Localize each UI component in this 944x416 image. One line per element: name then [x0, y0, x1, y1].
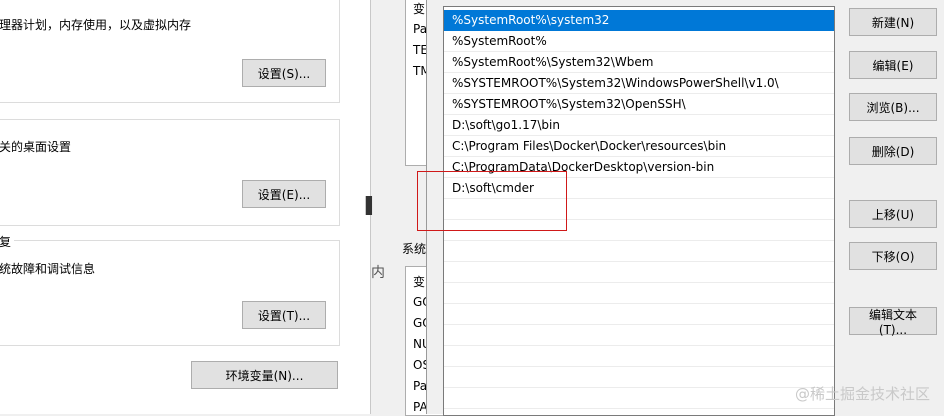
startup-recovery-settings-button[interactable]: 设置(T)...	[242, 301, 326, 329]
edit-button[interactable]: 编辑(E)	[849, 51, 937, 79]
user-profiles-description: 关的桌面设置	[0, 140, 72, 154]
watermark: @稀土掘金技术社区	[794, 385, 930, 403]
path-entry-row[interactable]: D:\soft\cmder	[444, 178, 834, 199]
system-variables-label: 系统	[402, 242, 427, 256]
path-entry-row[interactable]: D:\soft\go1.17\bin	[444, 115, 834, 136]
path-entry-text: C:\Program Files\Docker\Docker\resources…	[452, 139, 727, 153]
partial-text: 内	[371, 265, 385, 281]
system-properties-panel: 理器计划，内存使用，以及虚拟内存 设置(S)... 关的桌面设置 设置(E)..…	[0, 0, 370, 414]
performance-settings-button[interactable]: 设置(S)...	[242, 59, 326, 87]
path-entry-row[interactable]: %SystemRoot%\System32\Wbem	[444, 52, 834, 73]
path-entry-row-empty[interactable]	[444, 283, 834, 304]
path-entries-list[interactable]: %SystemRoot%\system32 %SystemRoot% %Syst…	[443, 6, 835, 416]
path-entry-row[interactable]: %SystemRoot%	[444, 31, 834, 52]
path-entry-row-empty[interactable]	[444, 262, 834, 283]
new-button[interactable]: 新建(N)	[849, 8, 937, 36]
startup-recovery-legend: 复	[0, 233, 15, 250]
path-entry-text: %SYSTEMROOT%\System32\OpenSSH\	[452, 97, 686, 111]
path-entry-row-empty[interactable]	[444, 346, 834, 367]
path-entry-text: D:\soft\go1.17\bin	[452, 118, 560, 132]
path-entry-row[interactable]: %SYSTEMROOT%\System32\WindowsPowerShell\…	[444, 73, 834, 94]
path-entry-text: %SYSTEMROOT%\System32\WindowsPowerShell\…	[452, 76, 779, 90]
startup-recovery-description: 统故障和调试信息	[0, 262, 96, 276]
delete-button[interactable]: 删除(D)	[849, 137, 937, 165]
system-vars-header: 变	[413, 275, 426, 289]
user-profiles-settings-button[interactable]: 设置(E)...	[242, 180, 326, 208]
obscured-heading-glyph: ▌	[366, 196, 379, 215]
path-entry-text: C:\ProgramData\DockerDesktop\version-bin	[452, 160, 715, 174]
move-up-button[interactable]: 上移(U)	[849, 200, 937, 228]
system-var-row[interactable]: Pa	[413, 379, 427, 393]
path-entry-text: D:\soft\cmder	[452, 181, 534, 195]
performance-group: 理器计划，内存使用，以及虚拟内存	[0, 0, 340, 103]
path-entry-row[interactable]: %SystemRoot%\system32	[444, 10, 834, 31]
path-entry-row-empty[interactable]	[444, 199, 834, 220]
edit-text-button[interactable]: 编辑文本(T)...	[849, 307, 937, 337]
user-profiles-group: 关的桌面设置	[0, 119, 340, 226]
path-entry-row-empty[interactable]	[444, 367, 834, 388]
user-vars-header: 变	[413, 2, 426, 16]
environment-variables-button[interactable]: 环境变量(N)...	[191, 361, 338, 389]
path-entry-row-empty[interactable]	[444, 220, 834, 241]
path-entry-row-empty[interactable]	[444, 388, 834, 409]
path-entry-text: %SystemRoot%\System32\Wbem	[452, 55, 654, 69]
path-entry-row-empty[interactable]	[444, 304, 834, 325]
browse-button[interactable]: 浏览(B)...	[849, 93, 937, 121]
path-entry-text: %SystemRoot%\system32	[452, 13, 610, 27]
path-entry-row[interactable]: %SYSTEMROOT%\System32\OpenSSH\	[444, 94, 834, 115]
startup-recovery-group: 复 统故障和调试信息	[0, 233, 340, 346]
performance-description: 理器计划，内存使用，以及虚拟内存	[0, 18, 192, 32]
path-entry-row-empty[interactable]	[444, 325, 834, 346]
path-entry-row[interactable]: C:\ProgramData\DockerDesktop\version-bin	[444, 157, 834, 178]
move-down-button[interactable]: 下移(O)	[849, 242, 937, 270]
user-var-row[interactable]: Pa	[413, 22, 427, 36]
path-entry-row-empty[interactable]	[444, 241, 834, 262]
path-entry-text: %SystemRoot%	[452, 34, 547, 48]
path-entry-row[interactable]: C:\Program Files\Docker\Docker\resources…	[444, 136, 834, 157]
